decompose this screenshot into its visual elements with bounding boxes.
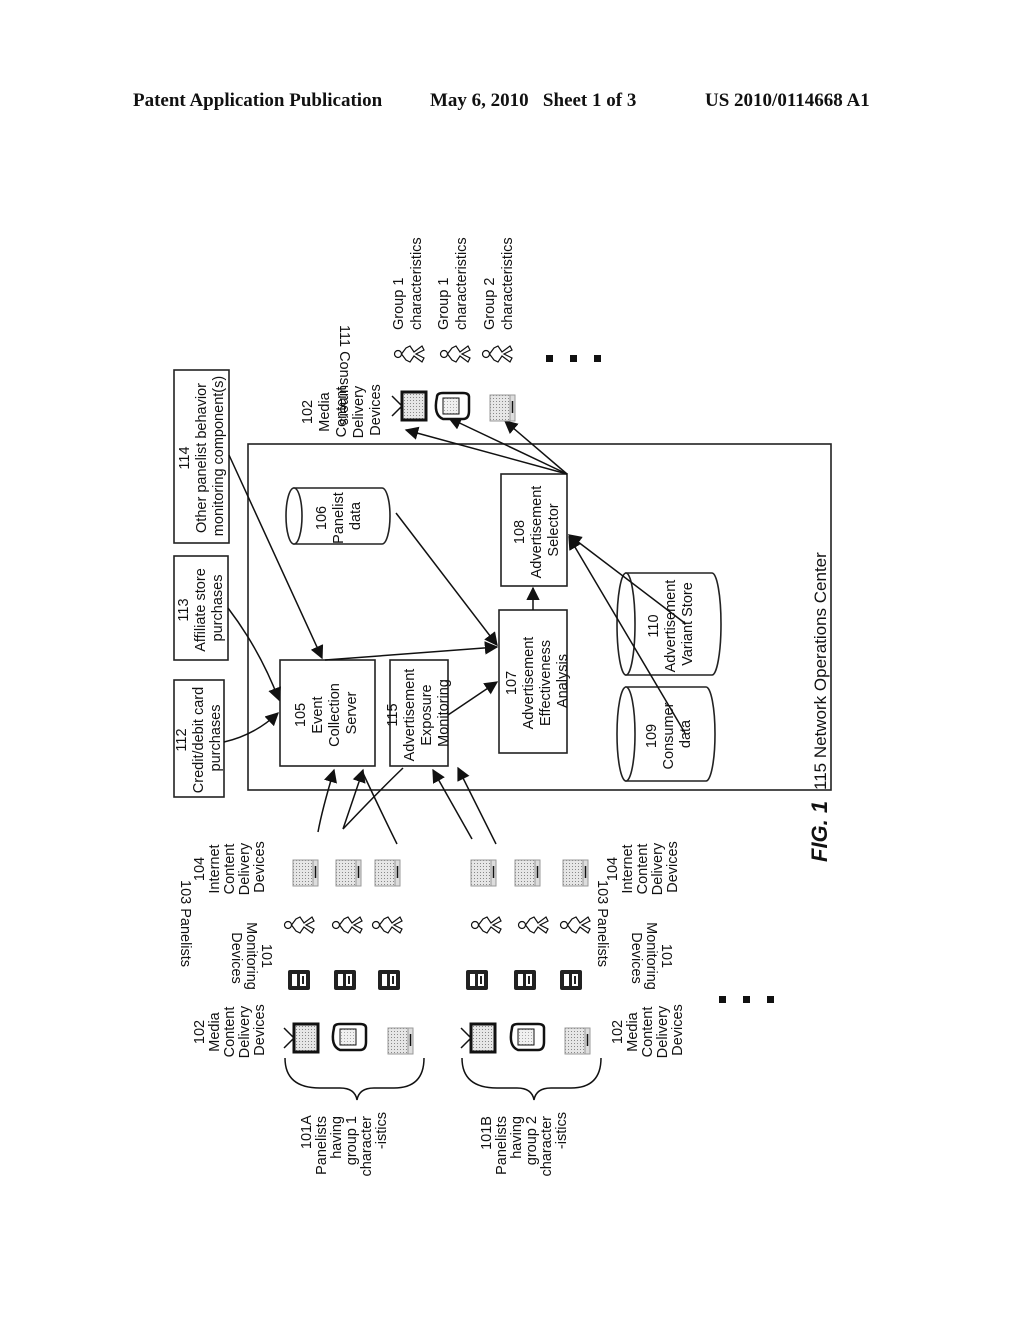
monitoring-device-icon (378, 970, 400, 990)
svg-text:101 Monitoring Dev: 101 Monitoring Devices (628, 922, 674, 994)
tv-icon (282, 1022, 320, 1054)
person-icon (439, 345, 471, 363)
svg-text:Group 1 characteristics: Group 1 characteristics (391, 237, 425, 330)
panelists-label-2: 103 Panelists (594, 880, 610, 967)
computer-icon (387, 1027, 414, 1055)
svg-text:Group 2 characteristics: Group 2 characteristics (482, 237, 516, 330)
computer-icon (514, 859, 541, 887)
monitoring-device-icon (334, 970, 356, 990)
box-114-other-monitoring: 114 Other panelist behavior monitoring c… (173, 369, 230, 544)
handheld-icon (331, 1022, 368, 1052)
monitoring-label-1: 101 Monitoring Devices (228, 922, 274, 994)
cylinder-110-variant-store: 110 Advertisement Variant Store (616, 572, 722, 676)
svg-text:101A Panelists hav: 101A Panelists having group 1 character … (299, 1112, 390, 1176)
box-112-credit-card: 112 Credit/debit card purchases (173, 679, 225, 798)
ellipsis-panels (719, 996, 774, 1003)
noc-label: 115 Network Operations Center (811, 552, 830, 790)
group-101b-label: 101B Panelists having group 2 character … (479, 1112, 570, 1176)
box-107-effectiveness-analysis: 107 Advertisement Effectiveness Analysis (498, 609, 571, 754)
brace-101b (461, 1057, 602, 1101)
computer-icon (489, 394, 516, 422)
monitoring-device-icon (288, 970, 310, 990)
monitoring-label-2: 101 Monitoring Devices (628, 922, 674, 994)
svg-text:101B Panelists hav: 101B Panelists having group 2 character … (479, 1112, 570, 1176)
box-108-advertisement-selector: 108 Advertisement Selector (500, 473, 568, 587)
svg-text:102 Media Content: 102 Media Content Delivery Devices (192, 1002, 268, 1058)
monitoring-device-icon (560, 970, 582, 990)
computer-icon (562, 859, 589, 887)
person-icon (517, 916, 549, 934)
box-115-exposure-monitoring: 115 Advertisement Exposure Monitoring (385, 659, 452, 767)
computer-icon (470, 859, 497, 887)
consumers-label: 111 Consumers (336, 325, 352, 425)
internet-devices-label-1: 104 Internet Content Delivery Devices (192, 839, 268, 895)
ellipsis-consumers (546, 355, 601, 362)
tv-icon (390, 390, 428, 422)
monitoring-device-icon (514, 970, 536, 990)
person-icon (393, 345, 425, 363)
svg-text:104 Internet Conte: 104 Internet Content Delivery Devices (192, 839, 268, 895)
handheld-icon (509, 1022, 546, 1052)
group-101a-label: 101A Panelists having group 1 character … (299, 1112, 390, 1176)
cylinder-106-panelist-data: 106 Panelist data (285, 487, 391, 545)
tv-icon (459, 1022, 497, 1054)
svg-text:101 Monitoring Dev: 101 Monitoring Devices (228, 922, 274, 994)
computer-icon (374, 859, 401, 887)
computer-icon (292, 859, 319, 887)
person-icon (559, 916, 591, 934)
person-icon (481, 345, 513, 363)
svg-text:Group 1 characteristics: Group 1 characteristics (436, 237, 470, 330)
media-devices-label-1: 102 Media Content Delivery Devices (192, 1002, 268, 1058)
brace-101a (284, 1057, 425, 1101)
person-icon (470, 916, 502, 934)
figure-1-diagram: 112 Credit/debit card purchases 113 Affi… (173, 237, 832, 1176)
computer-icon (335, 859, 362, 887)
box-113-affiliate: 113 Affiliate store purchases (173, 555, 229, 661)
monitoring-device-icon (466, 970, 488, 990)
person-icon (371, 916, 403, 934)
computer-icon (564, 1027, 591, 1055)
panelists-label-1: 103 Panelists (177, 880, 193, 967)
svg-text:104 Internet Conte: 104 Internet Content Delivery Devices (605, 839, 681, 895)
internet-devices-label-2: 104 Internet Content Delivery Devices (605, 839, 681, 895)
consumer-characteristics: Group 1 characteristics Group 1 characte… (391, 237, 516, 330)
handheld-icon (434, 391, 471, 421)
figure-label: FIG. 1 (807, 801, 832, 862)
media-devices-label-2: 102 Media Content Delivery Devices (610, 1002, 686, 1058)
person-icon (331, 916, 363, 934)
person-icon (283, 916, 315, 934)
box-105-event-collection-server: 105 Event Collection Server (279, 659, 376, 767)
svg-text:102 Media Content: 102 Media Content Delivery Devices (610, 1002, 686, 1058)
